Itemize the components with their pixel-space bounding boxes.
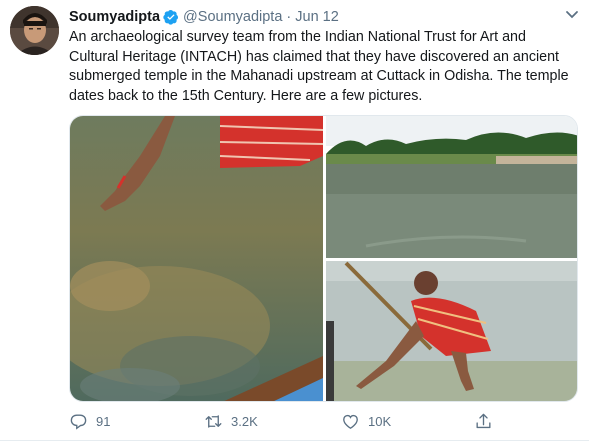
photo-hand-in-water[interactable] — [70, 116, 323, 401]
media-grid — [69, 115, 578, 402]
retweet-icon — [205, 414, 222, 428]
tweet[interactable]: Soumyadipta @Soumyadipta · Jun 12 An arc… — [0, 0, 589, 441]
share-icon — [476, 413, 491, 428]
author-handle[interactable]: @Soumyadipta — [183, 9, 282, 25]
verified-badge-icon — [163, 10, 179, 25]
avatar[interactable] — [10, 6, 59, 55]
tweet-text: An archaeological survey team from the I… — [69, 29, 569, 104]
separator-dot: · — [286, 9, 292, 25]
share-button[interactable] — [474, 410, 493, 432]
like-count: 10K — [368, 413, 392, 429]
action-bar: 91 3.2K 10K — [69, 410, 579, 432]
photo-man-with-pole[interactable] — [326, 261, 577, 401]
reply-button[interactable]: 91 — [69, 410, 110, 432]
retweet-button[interactable]: 3.2K — [204, 410, 258, 432]
author-name[interactable]: Soumyadipta — [69, 9, 160, 25]
tweet-date[interactable]: Jun 12 — [295, 9, 339, 25]
avatar-image — [10, 6, 59, 55]
like-button[interactable]: 10K — [341, 410, 391, 432]
reply-icon — [70, 413, 87, 430]
tweet-header: Soumyadipta @Soumyadipta · Jun 12 — [69, 7, 581, 27]
retweet-count: 3.2K — [231, 413, 258, 429]
reply-count: 91 — [96, 413, 111, 429]
chevron-down-icon[interactable] — [565, 10, 579, 20]
photo-river-landscape[interactable] — [326, 116, 577, 258]
heart-icon — [343, 414, 358, 429]
